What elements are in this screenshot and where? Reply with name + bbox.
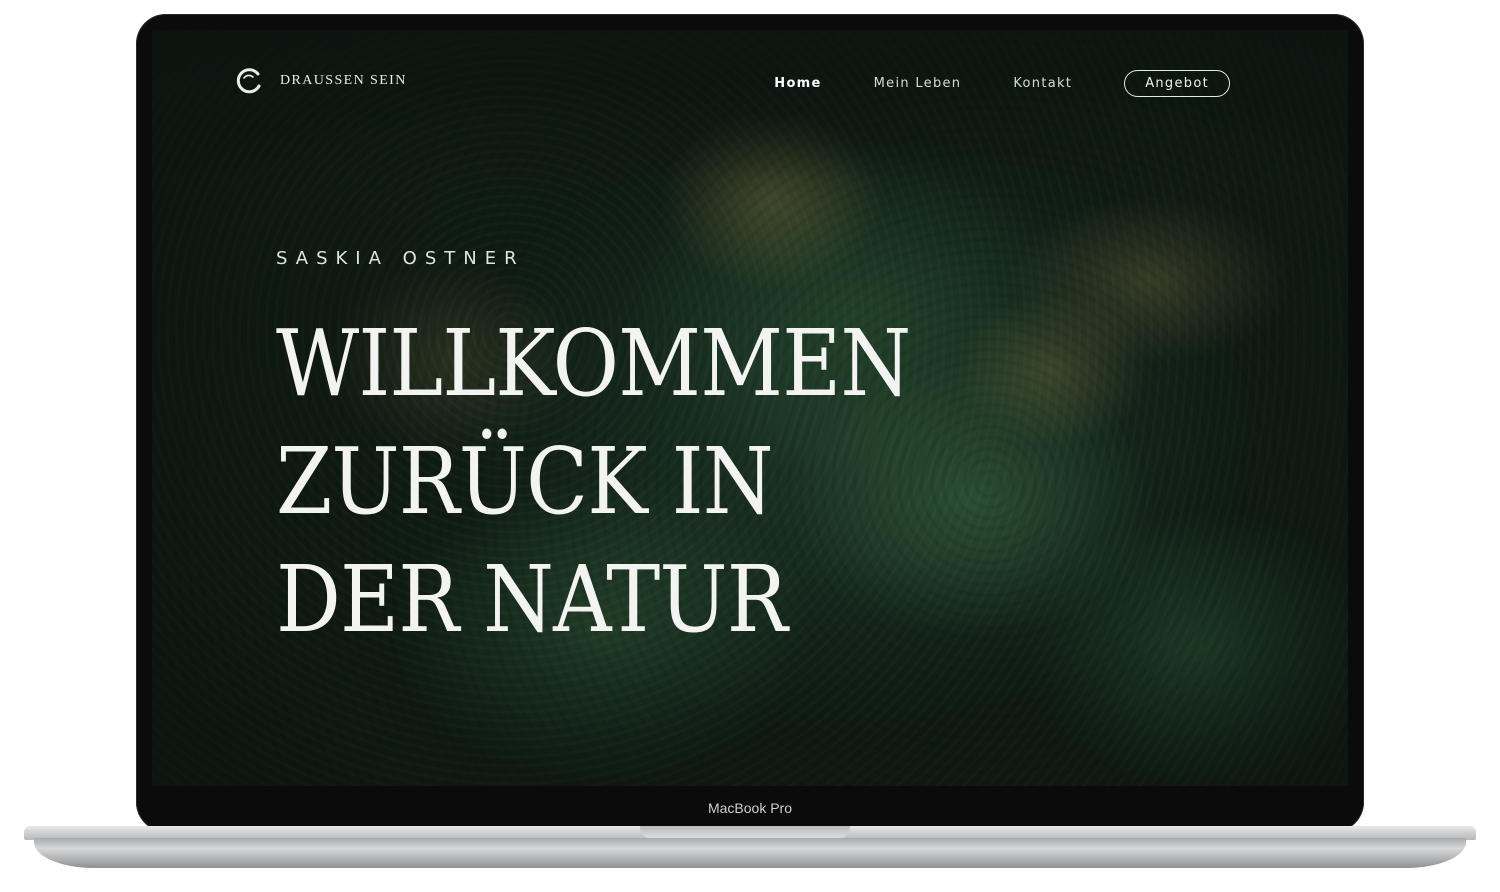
nav-link-mein-leben[interactable]: Mein Leben bbox=[874, 72, 962, 96]
hero-title-line-2: ZURÜCK IN bbox=[276, 428, 774, 535]
laptop-mockup: DRAUSSEN SEIN Home Mein Leben Kontakt An… bbox=[0, 0, 1500, 892]
site-logo[interactable]: DRAUSSEN SEIN bbox=[234, 66, 407, 96]
top-navigation: DRAUSSEN SEIN Home Mein Leben Kontakt An… bbox=[152, 30, 1348, 130]
nav-link-kontakt[interactable]: Kontakt bbox=[1013, 72, 1072, 96]
logo-circle-icon bbox=[236, 68, 261, 94]
hero-subtitle: SASKIA OSTNER bbox=[276, 248, 525, 269]
nav-link-home[interactable]: Home bbox=[774, 72, 821, 96]
hero-title-line-1: WILLKOMMEN bbox=[276, 310, 911, 417]
laptop-opening-notch bbox=[640, 826, 850, 838]
laptop-base-bottom bbox=[34, 838, 1466, 868]
hero-title: WILLKOMMEN ZURÜCK IN DER NATUR bbox=[276, 305, 911, 659]
hero-section: SASKIA OSTNER WILLKOMMEN ZURÜCK IN DER N… bbox=[276, 248, 997, 659]
logo-text: DRAUSSEN SEIN bbox=[280, 73, 407, 88]
website-screen: DRAUSSEN SEIN Home Mein Leben Kontakt An… bbox=[152, 30, 1348, 786]
hero-title-line-3: DER NATUR bbox=[276, 546, 788, 653]
device-brand-label: MacBook Pro bbox=[707, 800, 793, 816]
angebot-button[interactable]: Angebot bbox=[1124, 70, 1230, 97]
nav-links: Home Mein Leben Kontakt Angebot bbox=[722, 70, 1230, 97]
